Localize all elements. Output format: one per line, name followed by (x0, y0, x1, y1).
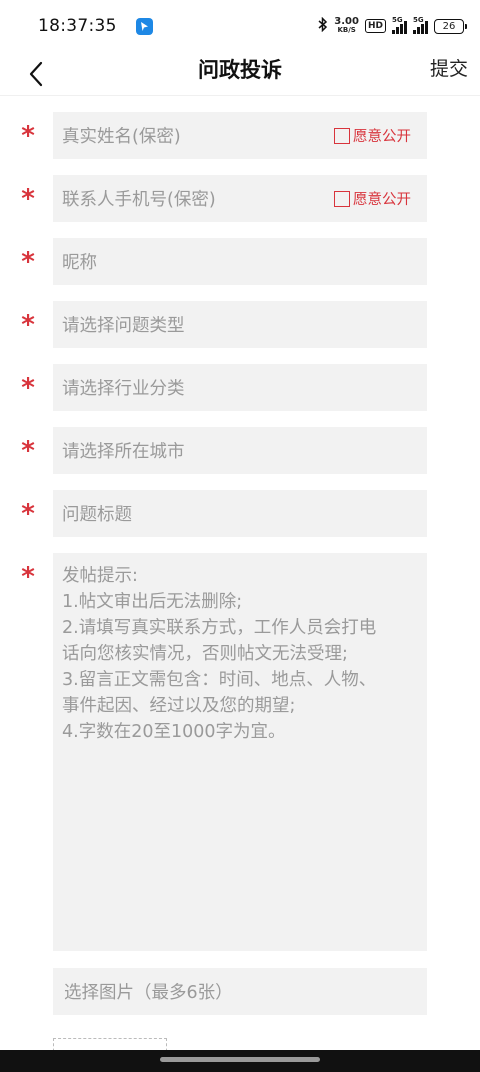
bluetooth-icon (318, 16, 328, 36)
phone-row: * 联系人手机号(保密) 愿意公开 (0, 175, 480, 222)
notification-app-icon (135, 17, 153, 35)
industry-placeholder: 请选择行业分类 (62, 379, 185, 399)
required-mark: * (21, 120, 35, 151)
content-hint-line: 3.留言正文需包含：时间、地点、人物、 (62, 670, 377, 690)
required-mark: * (21, 309, 35, 340)
phone-input[interactable]: 联系人手机号(保密) 愿意公开 (53, 175, 427, 222)
image-placeholder: 选择图片（最多6张） (64, 983, 233, 1003)
complaint-page: 18:37:35 3.00 KB/S HD 5G 5G 26 问政投诉 提交 *… (0, 0, 480, 1072)
complaint-form: * 真实姓名(保密) 愿意公开 * 联系人手机号(保密) 愿意公开 * 昵称 *… (0, 112, 480, 951)
city-placeholder: 请选择所在城市 (62, 442, 185, 462)
phone-placeholder: 联系人手机号(保密) (62, 190, 216, 210)
industry-select[interactable]: 请选择行业分类 (53, 364, 427, 411)
industry-row: * 请选择行业分类 (0, 364, 480, 411)
required-mark: * (21, 498, 35, 529)
phone-public-label: 愿意公开 (353, 192, 411, 208)
content-hint-line: 话向您核实情况，否则帖文无法受理; (62, 644, 348, 664)
home-indicator[interactable] (160, 1057, 320, 1062)
required-mark: * (21, 561, 35, 592)
content-textarea[interactable]: 发帖提示: 1.帖文审出后无法删除; 2.请填写真实联系方式，工作人员会打电 话… (53, 553, 427, 951)
required-mark: * (21, 246, 35, 277)
city-row: * 请选择所在城市 (0, 427, 480, 474)
problem-type-row: * 请选择问题类型 (0, 301, 480, 348)
nickname-row: * 昵称 (0, 238, 480, 285)
problem-type-placeholder: 请选择问题类型 (62, 316, 185, 336)
required-mark: * (21, 435, 35, 466)
name-public-checkbox[interactable]: 愿意公开 (334, 112, 411, 159)
page-title: 问政投诉 (198, 57, 282, 82)
title-input[interactable]: 问题标题 (53, 490, 427, 537)
network-speed: 3.00 KB/S (334, 16, 359, 35)
status-bar: 18:37:35 3.00 KB/S HD 5G 5G 26 (0, 0, 480, 52)
required-mark: * (21, 183, 35, 214)
content-hint-line: 发帖提示: (62, 566, 138, 586)
phone-public-checkbox[interactable]: 愿意公开 (334, 175, 411, 222)
city-select[interactable]: 请选择所在城市 (53, 427, 427, 474)
title-placeholder: 问题标题 (62, 505, 132, 525)
name-row: * 真实姓名(保密) 愿意公开 (0, 112, 480, 159)
name-input[interactable]: 真实姓名(保密) 愿意公开 (53, 112, 427, 159)
nav-bar: 问政投诉 提交 (0, 52, 480, 96)
hd-icon: HD (364, 19, 386, 33)
battery-icon: 26 (434, 18, 467, 34)
title-row: * 问题标题 (0, 490, 480, 537)
nickname-placeholder: 昵称 (62, 253, 97, 273)
content-hint-line: 1.帖文审出后无法删除; (62, 592, 243, 612)
signal-icon-sim1: 5G (392, 16, 407, 34)
gesture-bar (0, 1050, 480, 1072)
status-indicators: 3.00 KB/S HD 5G 5G 26 (318, 16, 467, 36)
content-hint-line: 事件起因、经过以及您的期望; (62, 696, 296, 716)
content-row: * 发帖提示: 1.帖文审出后无法删除; 2.请填写真实联系方式，工作人员会打电… (0, 553, 480, 951)
name-public-label: 愿意公开 (353, 129, 411, 145)
name-placeholder: 真实姓名(保密) (62, 127, 181, 147)
submit-button[interactable]: 提交 (430, 52, 468, 86)
checkbox-icon (334, 127, 350, 144)
required-mark: * (21, 372, 35, 403)
status-time: 18:37:35 (38, 16, 117, 36)
content-hint-line: 2.请填写真实联系方式，工作人员会打电 (62, 618, 377, 638)
nickname-input[interactable]: 昵称 (53, 238, 427, 285)
signal-icon-sim2: 5G (413, 16, 428, 34)
image-picker[interactable]: 选择图片（最多6张） (53, 968, 427, 1015)
checkbox-icon (334, 190, 350, 207)
problem-type-select[interactable]: 请选择问题类型 (53, 301, 427, 348)
content-hint-line: 4.字数在20至1000字为宜。 (62, 722, 286, 742)
